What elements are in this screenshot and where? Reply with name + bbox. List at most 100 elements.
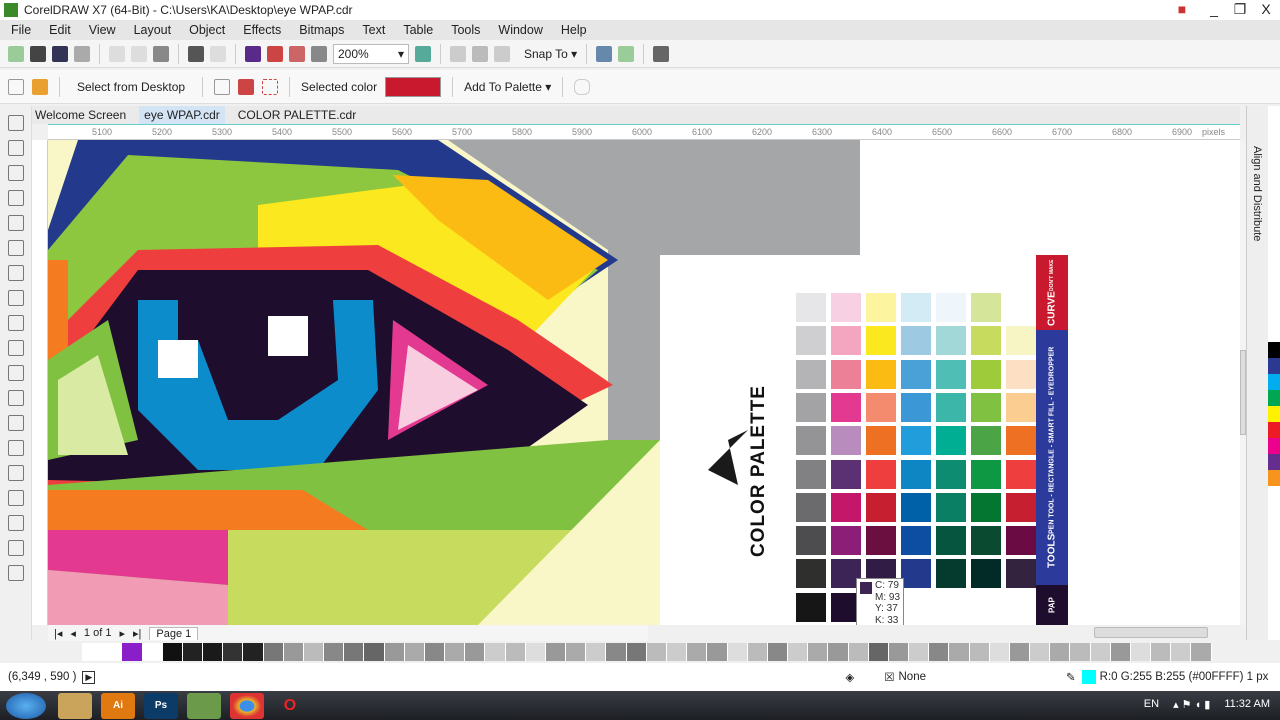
palette-swatch[interactable] xyxy=(788,643,809,661)
drawing-canvas[interactable]: COLOR PALETTE CURVE DON'T MAKE TOOLS PEN T… xyxy=(48,140,1240,625)
color-swatch[interactable] xyxy=(936,426,966,456)
palette-swatch[interactable] xyxy=(1050,643,1071,661)
palette-swatch[interactable] xyxy=(142,643,163,661)
palette-swatch[interactable] xyxy=(767,643,789,661)
palette-swatch[interactable] xyxy=(1268,358,1280,374)
palette-swatch[interactable] xyxy=(888,643,910,661)
tool-button[interactable] xyxy=(8,290,24,306)
color-swatch[interactable] xyxy=(796,326,826,356)
color-swatch[interactable] xyxy=(866,526,896,556)
new-icon[interactable] xyxy=(8,45,24,62)
color-swatch[interactable] xyxy=(971,559,1001,589)
align-distribute-tab[interactable]: Align and Distribute xyxy=(1251,146,1263,241)
tool-button[interactable] xyxy=(8,190,24,206)
color-swatch[interactable] xyxy=(971,359,1001,389)
palette-swatch[interactable] xyxy=(1268,342,1280,358)
color-swatch[interactable] xyxy=(901,392,931,422)
chrome-taskbar-icon[interactable] xyxy=(230,692,264,719)
palette-swatch[interactable] xyxy=(1268,454,1280,470)
palette-swatch[interactable] xyxy=(1030,643,1051,661)
publish-pdf-icon[interactable] xyxy=(311,45,327,62)
palette-swatch[interactable] xyxy=(1151,643,1172,661)
palette-swatch[interactable] xyxy=(102,643,123,661)
palette-swatch[interactable] xyxy=(1130,643,1152,661)
palette-swatch[interactable] xyxy=(223,643,244,661)
color-swatch[interactable] xyxy=(1006,526,1036,556)
palette-swatch[interactable] xyxy=(586,643,607,661)
palette-swatch[interactable] xyxy=(344,643,365,661)
palette-swatch[interactable] xyxy=(1110,643,1131,661)
last-page-button[interactable]: ▸| xyxy=(133,627,141,640)
tool-button[interactable] xyxy=(8,315,24,331)
palette-swatch[interactable] xyxy=(1268,390,1280,406)
palette-swatch[interactable] xyxy=(687,643,708,661)
tool-button[interactable] xyxy=(8,265,24,281)
palette-swatch[interactable] xyxy=(747,643,768,661)
vertical-ruler[interactable] xyxy=(32,140,48,625)
palette-swatch[interactable] xyxy=(1268,438,1280,454)
tool-button[interactable] xyxy=(8,115,24,131)
palette-swatch[interactable] xyxy=(243,643,264,661)
color-swatch[interactable] xyxy=(901,559,931,589)
tool-button[interactable] xyxy=(8,465,24,481)
color-swatch[interactable] xyxy=(796,592,826,622)
tab-document[interactable]: eye WPAP.cdr xyxy=(139,106,225,124)
undo-icon[interactable] xyxy=(188,45,204,62)
palette-swatch[interactable] xyxy=(566,643,587,661)
tool-button[interactable] xyxy=(8,215,24,231)
tool-button[interactable] xyxy=(8,540,24,556)
color-swatch[interactable] xyxy=(796,426,826,456)
color-swatch[interactable] xyxy=(1006,426,1036,456)
palette-swatch[interactable] xyxy=(1268,374,1280,390)
tool-button[interactable] xyxy=(8,490,24,506)
color-swatch[interactable] xyxy=(936,459,966,489)
tool-button[interactable] xyxy=(8,415,24,431)
tab-document[interactable]: Welcome Screen xyxy=(30,106,131,124)
tool-button[interactable] xyxy=(8,165,24,181)
color-swatch[interactable] xyxy=(1006,359,1036,389)
color-swatch[interactable] xyxy=(936,392,966,422)
user-icon[interactable]: ■ xyxy=(1170,1,1194,17)
page-tab[interactable]: Page 1 xyxy=(149,626,199,640)
color-swatch[interactable] xyxy=(971,293,1001,322)
vertical-color-palette[interactable] xyxy=(1268,106,1280,640)
menu-object[interactable]: Object xyxy=(189,23,225,37)
palette-swatch[interactable] xyxy=(283,643,304,661)
palette-swatch[interactable] xyxy=(1268,470,1280,486)
color-swatch[interactable] xyxy=(901,526,931,556)
menu-bitmaps[interactable]: Bitmaps xyxy=(299,23,344,37)
explorer-taskbar-icon[interactable] xyxy=(58,692,92,719)
tab-document[interactable]: COLOR PALETTE.cdr xyxy=(233,106,361,124)
palette-swatch[interactable] xyxy=(1191,643,1212,661)
palette-swatch[interactable] xyxy=(808,643,829,661)
color-swatch[interactable] xyxy=(936,326,966,356)
color-swatch[interactable] xyxy=(866,459,896,489)
color-swatch[interactable] xyxy=(971,392,1001,422)
color-swatch[interactable] xyxy=(866,326,896,356)
corel-connect-icon[interactable] xyxy=(245,45,261,62)
first-page-button[interactable]: |◂ xyxy=(54,627,62,640)
palette-swatch[interactable] xyxy=(465,643,486,661)
palette-swatch[interactable] xyxy=(303,643,325,661)
color-swatch[interactable] xyxy=(796,459,826,489)
palette-swatch[interactable] xyxy=(989,643,1010,661)
color-swatch[interactable] xyxy=(831,426,861,456)
tool-button[interactable] xyxy=(8,565,24,581)
menu-view[interactable]: View xyxy=(89,23,116,37)
color-swatch[interactable] xyxy=(831,492,861,522)
color-swatch[interactable] xyxy=(796,526,826,556)
tool-button[interactable] xyxy=(8,515,24,531)
palette-swatch[interactable] xyxy=(485,643,506,661)
select-from-desktop-button[interactable]: Select from Desktop xyxy=(77,80,185,94)
palette-swatch[interactable] xyxy=(828,643,849,661)
color-swatch[interactable] xyxy=(1006,459,1036,489)
color-swatch[interactable] xyxy=(831,293,861,322)
color-swatch[interactable] xyxy=(901,492,931,522)
copy-icon[interactable] xyxy=(131,45,147,62)
palette-swatch[interactable] xyxy=(424,643,446,661)
rulers-icon[interactable] xyxy=(450,45,466,62)
color-swatch[interactable] xyxy=(866,293,896,322)
palette-swatch[interactable] xyxy=(263,643,284,661)
tool-button[interactable] xyxy=(8,140,24,156)
color-swatch[interactable] xyxy=(831,459,861,489)
